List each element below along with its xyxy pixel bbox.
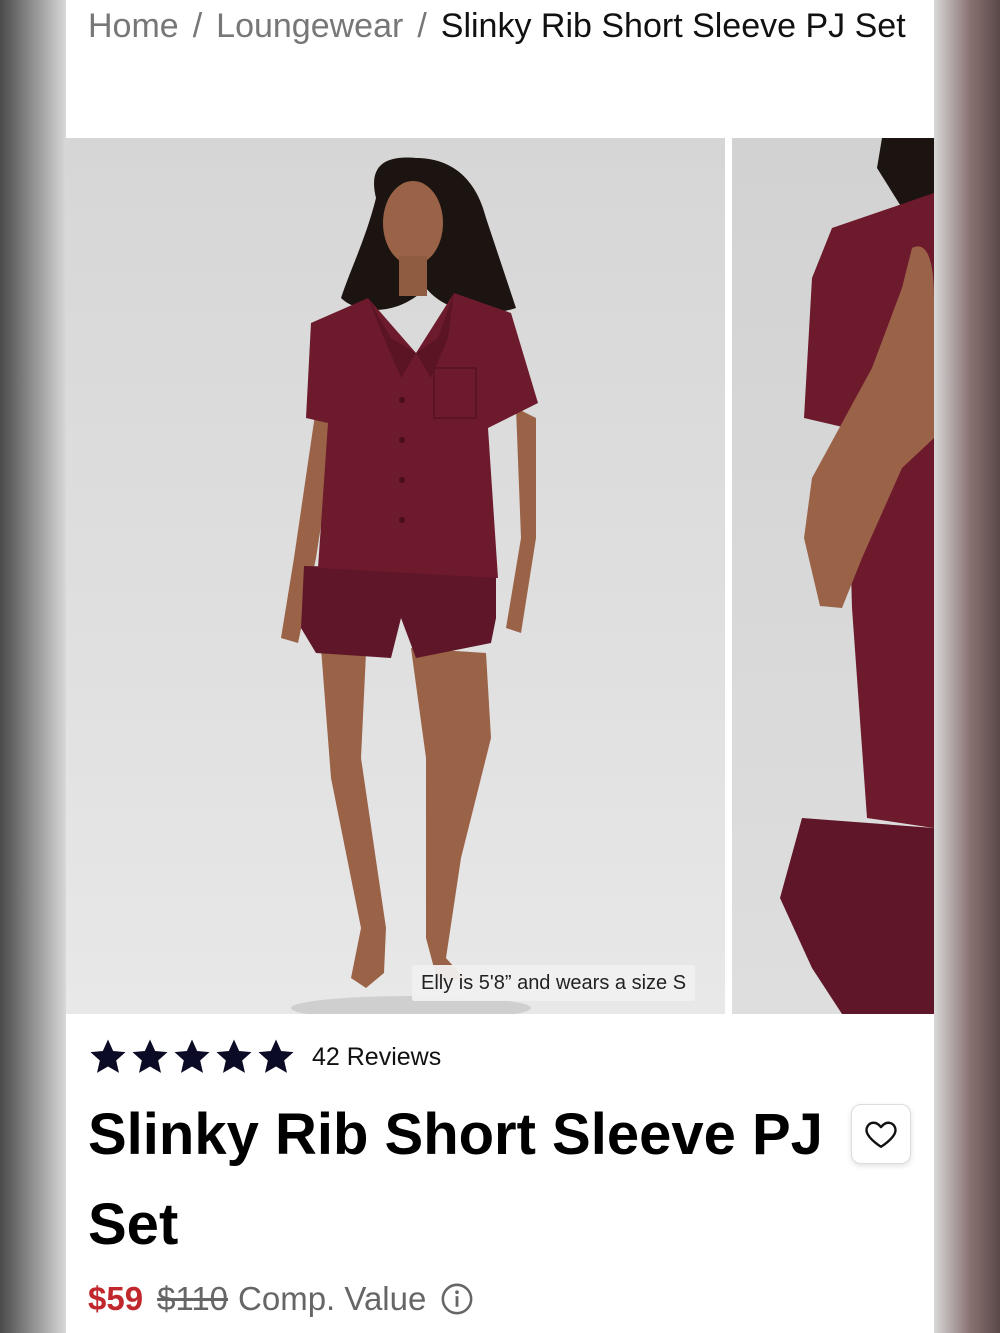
original-price: $110 — [157, 1280, 229, 1317]
reviews-link[interactable]: 42 Reviews — [312, 1043, 441, 1072]
wishlist-button[interactable] — [851, 1104, 911, 1164]
sale-price: $59 — [88, 1280, 144, 1317]
breadcrumb-home[interactable]: Home — [88, 7, 179, 45]
image-gallery[interactable]: Elly is 5'8” and wears a size S — [66, 138, 934, 1014]
breadcrumb-category[interactable]: Loungewear — [216, 7, 403, 45]
product-rating[interactable]: 42 Reviews — [88, 1036, 441, 1078]
model-size-caption: Elly is 5'8” and wears a size S — [412, 965, 696, 1001]
star-icon — [90, 1039, 126, 1073]
comp-value-label: Comp. Value — [238, 1280, 427, 1317]
product-photo-main[interactable]: Elly is 5'8” and wears a size S — [66, 138, 725, 1014]
star-icon — [216, 1039, 252, 1073]
model-illustration — [281, 157, 538, 1014]
product-title: Slinky Rib Short Sleeve PJ Set — [88, 1102, 823, 1257]
star-icon — [174, 1039, 210, 1073]
product-page: Home / Loungewear / Slinky Rib Short Sleeve … — [66, 0, 934, 1333]
star-icon — [132, 1039, 168, 1073]
heart-icon — [865, 1121, 897, 1148]
star-rating — [88, 1037, 296, 1077]
detail-illustration — [780, 138, 934, 1014]
price-row: $59 $110 Comp. Value — [88, 1276, 474, 1322]
info-icon[interactable] — [440, 1282, 474, 1316]
breadcrumb-separator: / — [192, 7, 203, 45]
star-icon — [258, 1039, 294, 1073]
product-photo-secondary[interactable] — [732, 138, 934, 1014]
breadcrumb-current: Slinky Rib Short Sleeve PJ Set — [440, 7, 906, 45]
breadcrumb-separator: / — [417, 7, 427, 45]
breadcrumb: Home / Loungewear / Slinky Rib Short Sleeve … — [88, 0, 908, 53]
